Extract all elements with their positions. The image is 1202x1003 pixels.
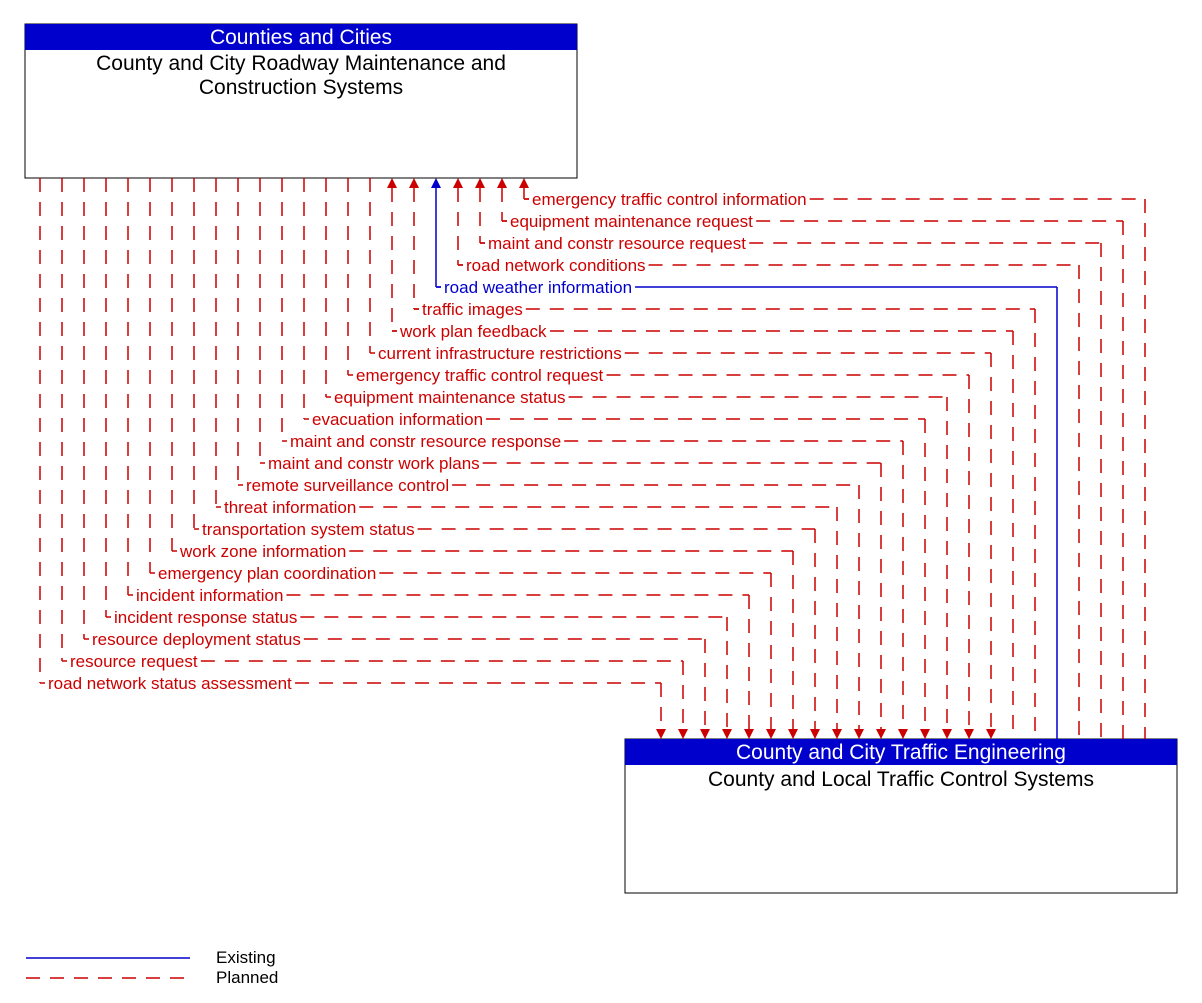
- entity-top: Counties and Cities County and City Road…: [25, 24, 577, 178]
- flow-label: incident response status: [114, 608, 297, 627]
- flow-label: maint and constr work plans: [268, 454, 480, 473]
- legend: Existing Planned: [26, 948, 278, 987]
- architecture-flow-diagram: Counties and Cities County and City Road…: [0, 0, 1202, 1003]
- flow-label: evacuation information: [312, 410, 483, 429]
- flow-label: incident information: [136, 586, 283, 605]
- flow-label: equipment maintenance status: [334, 388, 566, 407]
- flow-label: work plan feedback: [399, 322, 547, 341]
- flow-lines: emergency traffic control information equ…: [40, 178, 1145, 739]
- flow-label: emergency traffic control information: [532, 190, 807, 209]
- legend-planned-label: Planned: [216, 968, 278, 987]
- flow-label: remote surveillance control: [246, 476, 449, 495]
- entity-bottom-body: County and Local Traffic Control Systems: [708, 768, 1094, 791]
- entity-top-header: Counties and Cities: [210, 26, 392, 49]
- flow-label: threat information: [224, 498, 356, 517]
- flow-label: emergency traffic control request: [356, 366, 604, 385]
- entity-bottom-header: County and City Traffic Engineering: [736, 741, 1066, 764]
- flow-label: emergency plan coordination: [158, 564, 376, 583]
- flow-label: road network status assessment: [48, 674, 292, 693]
- flow-label: traffic images: [422, 300, 523, 319]
- flow-label: equipment maintenance request: [510, 212, 753, 231]
- flow-label: road network conditions: [466, 256, 646, 275]
- flow-label: road weather information: [444, 278, 632, 297]
- entity-bottom: County and City Traffic Engineering Coun…: [625, 739, 1177, 893]
- flow-label: resource deployment status: [92, 630, 301, 649]
- flow-label: maint and constr resource request: [488, 234, 746, 253]
- entity-top-body-line2: Construction Systems: [199, 76, 403, 99]
- flow-label: transportation system status: [202, 520, 415, 539]
- flow-label: work zone information: [179, 542, 346, 561]
- legend-existing-label: Existing: [216, 948, 276, 967]
- flow-label: resource request: [70, 652, 198, 671]
- entity-top-body-line1: County and City Roadway Maintenance and: [96, 52, 506, 75]
- flow-label: maint and constr resource response: [290, 432, 561, 451]
- flow-label: current infrastructure restrictions: [378, 344, 622, 363]
